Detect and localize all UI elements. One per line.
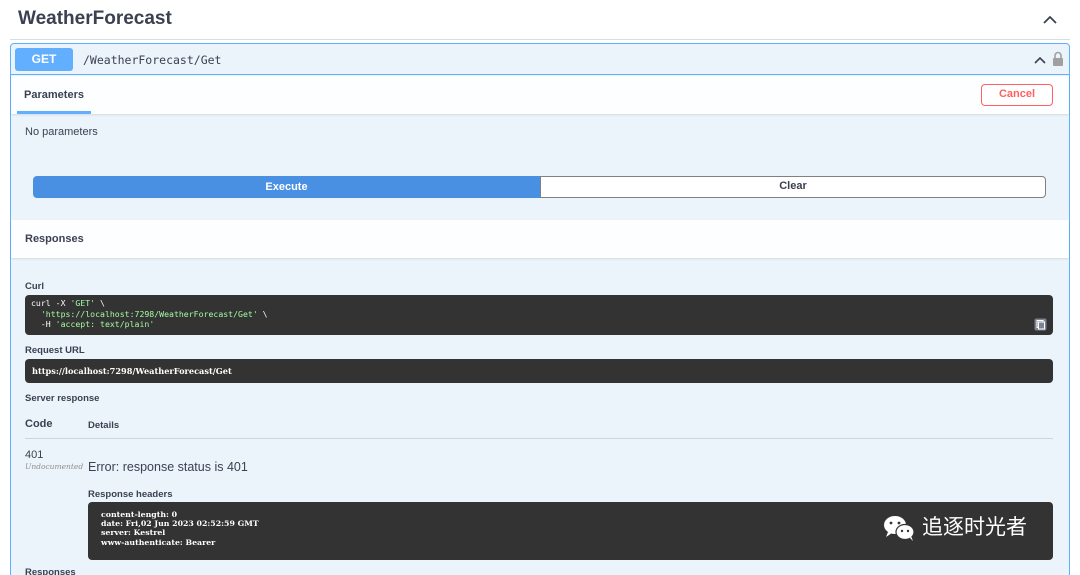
parameters-bar: Parameters Cancel (11, 76, 1069, 114)
status-code: 401 (25, 449, 44, 461)
curl-method-text: 'GET' (70, 298, 96, 308)
curl-line: curl -X 'GET' \ (31, 298, 1047, 309)
section-header[interactable]: WeatherForecast (10, 0, 1070, 40)
section-title: WeatherForecast (18, 8, 172, 29)
response-headers-label: Response headers (88, 489, 173, 500)
clear-button[interactable]: Clear (540, 176, 1046, 198)
method-badge: GET (15, 48, 73, 71)
operation-block: GET /WeatherForecast/Get Parameters Canc… (10, 43, 1070, 575)
server-response-label: Server response (25, 393, 100, 404)
lock-icon[interactable] (1051, 51, 1065, 67)
curl-cmd-text: curl -X (31, 298, 71, 308)
responses-bar: Responses (11, 220, 1069, 258)
curl-header-text: 'accept: text/plain' (55, 319, 155, 329)
undocumented-label: Undocumented (25, 462, 84, 471)
error-message: Error: response status is 401 (88, 460, 248, 474)
copy-icon[interactable] (1034, 318, 1047, 331)
response-table-header: Code Details (25, 418, 1053, 439)
response-headers-block: content-length: 0 date: Fri,02 Jun 2023 … (88, 502, 1053, 560)
chevron-up-icon[interactable] (1033, 53, 1047, 67)
request-url-label: Request URL (25, 345, 85, 356)
curl-code-block: curl -X 'GET' \ 'https://localhost:7298/… (25, 295, 1053, 335)
chevron-up-icon[interactable] (1042, 12, 1058, 28)
curl-label: Curl (25, 281, 44, 292)
watermark-text: 追逐时光者 (922, 515, 1027, 540)
curl-url-text: 'https://localhost:7298/WeatherForecast/… (40, 308, 258, 319)
cancel-button[interactable]: Cancel (981, 84, 1053, 106)
curl-continuation: \ (95, 298, 105, 308)
responses-title: Responses (25, 233, 84, 245)
operation-path: /WeatherForecast/Get (83, 53, 222, 67)
execute-wrapper: Execute Clear (33, 176, 1046, 198)
wechat-icon (884, 516, 915, 541)
execute-button[interactable]: Execute (33, 176, 540, 198)
request-url-block: https://localhost:7298/WeatherForecast/G… (25, 359, 1053, 383)
column-header-code: Code (25, 418, 53, 430)
operation-summary[interactable]: GET /WeatherForecast/Get (11, 44, 1069, 75)
curl-line: -H 'accept: text/plain' (31, 319, 155, 329)
column-header-details: Details (88, 420, 120, 431)
watermark: 追逐时光者 (882, 514, 1027, 542)
tab-parameters[interactable]: Parameters (17, 76, 91, 114)
curl-line: 'https://localhost:7298/WeatherForecast/… (40, 308, 268, 319)
responses-subheading: Responses (25, 567, 76, 575)
no-parameters-text: No parameters (25, 126, 98, 138)
